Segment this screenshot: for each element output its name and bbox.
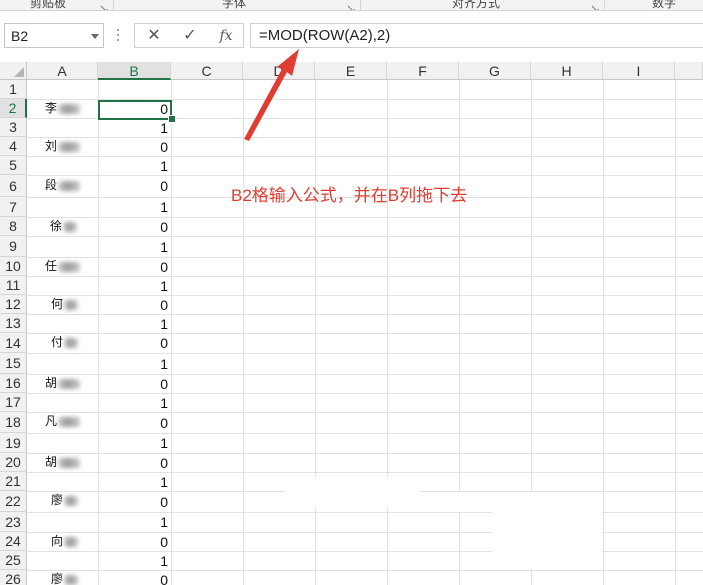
annotation-arrow-icon xyxy=(244,49,299,141)
